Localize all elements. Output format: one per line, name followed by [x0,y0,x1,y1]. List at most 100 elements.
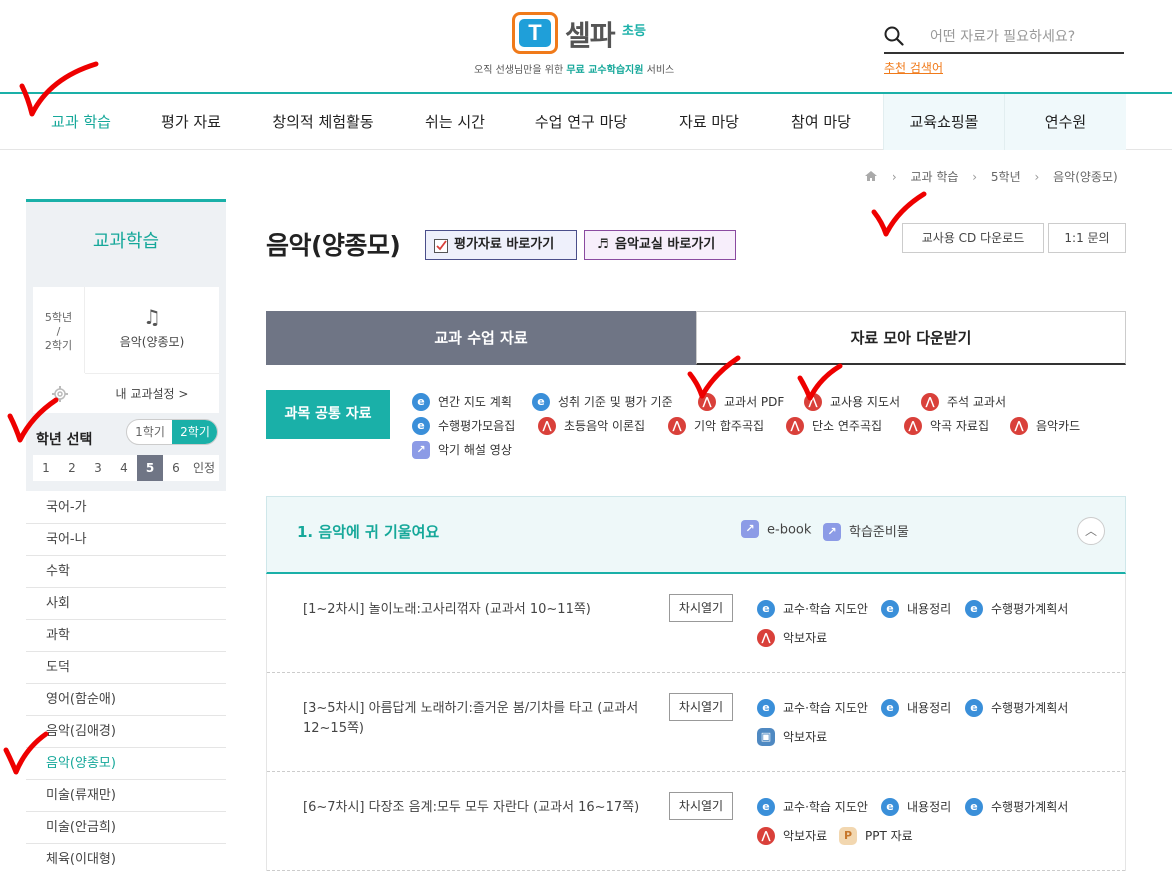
semester-toggle[interactable]: 1학기 2학기 [126,419,218,445]
common-resource[interactable]: ⋀ 교사용 지도서 [804,392,900,412]
logo-letter: T [519,19,551,47]
nav-class-research[interactable]: 수업 연구 마당 [522,94,640,150]
external-link-icon: ↗ [823,522,841,541]
tab-class-materials[interactable]: 교과 수업 자료 [266,311,696,365]
common-resource[interactable]: ⋀ 주석 교과서 [921,392,1006,412]
lesson-resource[interactable]: ▣ 악보자료 [757,727,827,747]
teacher-cd-download-button[interactable]: 교사용 CD 다운로드 [902,223,1044,253]
resource-label: 수행평가계획서 [991,602,1069,616]
subject-item[interactable]: 과학 [26,620,226,652]
my-subject-setting-link[interactable]: 내 교과설정 > [85,373,219,413]
subject-item[interactable]: 영어(함순애) [26,684,226,716]
search-input[interactable] [884,22,1124,54]
nav-evaluation[interactable]: 평가 자료 [146,94,236,150]
lesson-resource[interactable]: e 수행평가계획서 [965,599,1068,619]
subject-item[interactable]: 미술(안금희) [26,812,226,844]
resource-label: 악보자료 [783,829,828,843]
lesson-resource[interactable]: e 교수·학습 지도안 [757,797,868,817]
lesson-resource[interactable]: e 교수·학습 지도안 [757,698,868,718]
logo[interactable]: T [512,12,558,54]
subject-item[interactable]: 국어-가 [26,492,226,524]
grade-button[interactable]: 1 [33,455,59,481]
nav-participation[interactable]: 참여 마당 [776,94,866,150]
lesson-resource[interactable]: e 수행평가계획서 [965,698,1068,718]
common-resource[interactable]: ⋀ 기악 합주곡집 [668,416,764,436]
chevron-up-icon[interactable]: ︿ [1077,517,1105,545]
lesson-resource[interactable]: ⋀ 악보자료 [757,628,827,648]
subject-item[interactable]: 사회 [26,588,226,620]
e-doc-icon: e [965,698,983,717]
music-note-icon: ♫ [143,305,161,329]
tab-bulk-download[interactable]: 자료 모아 다운받기 [696,311,1126,365]
prep-materials-link[interactable]: ↗ 학습준비물 [823,521,909,542]
nav-edu-shop[interactable]: 교육쇼핑몰 [883,94,1004,150]
pdf-icon: ⋀ [538,416,556,435]
home-icon[interactable] [864,170,878,182]
grade-button[interactable]: 2 [59,455,85,481]
brand-sub: 초등 [622,24,646,39]
nav-training[interactable]: 연수원 [1004,94,1126,150]
common-resource[interactable]: e 연간 지도 계획 [412,392,512,412]
lesson-title: [1~2차시] 놀이노래:고사리꺾자 (교과서 10~11쪽) [303,602,591,617]
subject-item[interactable]: 국어-나 [26,524,226,556]
checklist-icon [434,239,448,253]
subject-item-active[interactable]: 음악(양종모) [26,748,226,780]
open-lesson-button[interactable]: 차시열기 [669,693,733,721]
resource-label: 악곡 자료집 [930,419,990,433]
subject-item[interactable]: 음악(김애경) [26,716,226,748]
lesson-resource[interactable]: ⋀ 악보자료 [757,826,827,846]
grade-button[interactable]: 6 [163,455,189,481]
common-resource[interactable]: e 성취 기준 및 평가 기준 [532,392,673,412]
resource-label: 악보자료 [783,631,828,645]
gear-icon[interactable] [51,385,69,403]
grade-button[interactable]: 인정 [189,455,219,481]
nav-creative-activity[interactable]: 창의적 체험활동 [258,94,388,150]
recommend-keywords-link[interactable]: 추천 검색어 [884,59,943,76]
common-resource[interactable]: ⋀ 단소 연주곡집 [786,416,882,436]
music-class-shortcut-button[interactable]: ♬ 음악교실 바로가기 [584,230,736,260]
common-resource[interactable]: ⋀ 악곡 자료집 [904,416,989,436]
subject-item[interactable]: 미술(류재만) [26,780,226,812]
grade-button[interactable]: 3 [85,455,111,481]
search-icon[interactable] [884,26,904,46]
grade-button-active[interactable]: 5 [137,455,163,481]
semester-1[interactable]: 1학기 [127,420,173,444]
resource-label: 교수·학습 지도안 [783,701,868,715]
nav-subject-learning[interactable]: 교과 학습 [36,94,126,150]
lesson-resource[interactable]: e 내용정리 [881,797,951,817]
semester-2[interactable]: 2학기 [172,420,217,444]
breadcrumb-item[interactable]: 5학년 [991,170,1021,184]
lesson-resource[interactable]: P PPT 자료 [839,826,913,846]
common-resource[interactable]: ⋀ 음악카드 [1010,416,1080,436]
inquiry-button[interactable]: 1:1 문의 [1048,223,1126,253]
pdf-icon: ⋀ [698,392,716,411]
lesson-resource[interactable]: e 교수·학습 지도안 [757,599,868,619]
music-class-shortcut-label: 음악교실 바로가기 [615,237,716,252]
resource-label: PPT 자료 [865,829,913,843]
lesson-resource[interactable]: e 내용정리 [881,599,951,619]
breadcrumb-item[interactable]: 음악(양종모) [1053,170,1118,184]
unit-accordion-header[interactable]: 1. 음악에 귀 기울여요 ↗ e-book ↗ 학습준비물 ︿ [266,496,1126,574]
eval-shortcut-button[interactable]: 평가자료 바로가기 [425,230,577,260]
current-subject: 음악(양종모) [119,335,185,349]
common-resource[interactable]: ⋀ 교과서 PDF [698,392,784,412]
grade-button[interactable]: 4 [111,455,137,481]
breadcrumb-item[interactable]: 교과 학습 [910,170,958,184]
nav-break-time[interactable]: 쉬는 시간 [410,94,500,150]
nav-resources[interactable]: 자료 마당 [664,94,754,150]
subject-item[interactable]: 수학 [26,556,226,588]
common-resources-label: 과목 공통 자료 [266,390,390,439]
unit-title: 1. 음악에 귀 기울여요 [297,523,440,541]
my-subject-card: 5학년 / 2학기 ♫ 음악(양종모) 내 교과설정 > [33,287,219,413]
sidebar-title: 교과학습 [26,199,226,279]
common-resource[interactable]: ⋀ 초등음악 이론집 [538,416,645,436]
subject-item[interactable]: 체육(이대형) [26,844,226,871]
open-lesson-button[interactable]: 차시열기 [669,792,733,820]
lesson-resource[interactable]: e 내용정리 [881,698,951,718]
common-resource[interactable]: e 수행평가모음집 [412,416,515,436]
lesson-resource[interactable]: e 수행평가계획서 [965,797,1068,817]
common-resource[interactable]: ↗ 악기 해설 영상 [412,440,512,460]
subject-item[interactable]: 도덕 [26,652,226,684]
open-lesson-button[interactable]: 차시열기 [669,594,733,622]
ebook-link[interactable]: ↗ e-book [741,520,811,539]
